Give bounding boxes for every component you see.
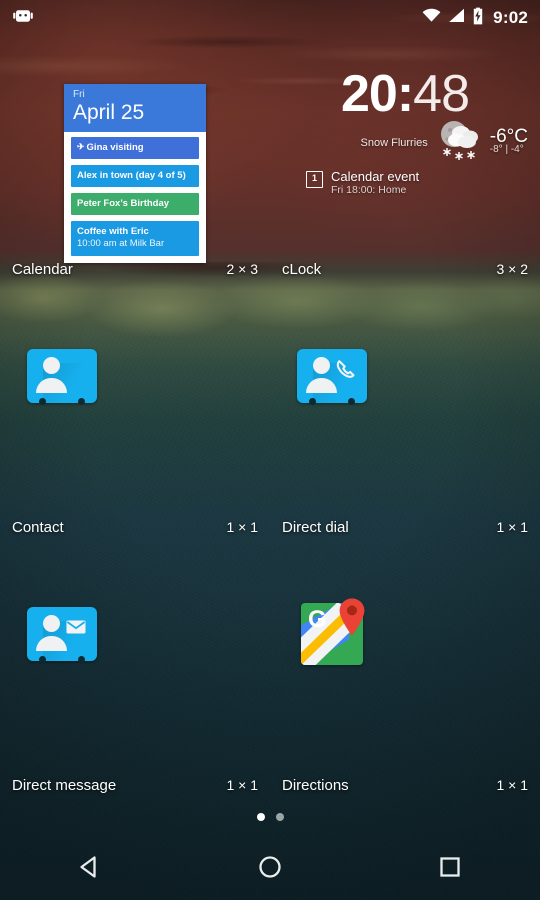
calendar-event-item[interactable]: Peter Fox’s Birthday: [71, 193, 199, 215]
page-dot-inactive[interactable]: [275, 813, 284, 821]
widget-entry-contact[interactable]: Contact 1 × 1: [0, 516, 270, 538]
widget-size: 1 × 1: [496, 519, 528, 535]
contact-card-icon: [27, 349, 97, 405]
home-circle-icon: [257, 854, 283, 885]
calendar-day-of-week: Fri: [73, 89, 85, 100]
widget-size: 1 × 1: [496, 777, 528, 793]
weather-current-temp: -6°C: [489, 125, 528, 147]
calendar-event-item[interactable]: Alex in town (day 4 of 5): [71, 165, 199, 187]
widget-preview-direct-message[interactable]: [27, 607, 97, 663]
google-g-letter: G: [308, 606, 327, 633]
home-button[interactable]: [240, 845, 300, 893]
clock-minutes: 48: [413, 65, 470, 123]
clock-calendar-event[interactable]: 1 Calendar event Fri 18:00: Home: [296, 169, 532, 197]
weather-temps: -6°C -8° | -4°: [489, 125, 528, 156]
widget-preview-direct-dial[interactable]: [297, 349, 367, 405]
widget-size: 3 × 2: [496, 261, 528, 277]
widget-label-row-2: Contact 1 × 1 Direct dial 1 × 1: [0, 516, 540, 538]
contact-mail-icon: [27, 607, 97, 663]
widget-name: Calendar: [12, 260, 73, 278]
calendar-date: April 25: [73, 101, 145, 124]
widget-name: Contact: [12, 518, 64, 536]
widget-entry-direct-dial[interactable]: Direct dial 1 × 1: [270, 516, 540, 538]
phone-handset-icon: [335, 358, 357, 380]
status-bar: 9:02: [0, 0, 540, 36]
android-bugdroid-icon: [12, 5, 34, 32]
calendar-widget-preview[interactable]: Fri April 25 ✈ Gina visiting Alex in town…: [64, 84, 206, 263]
clock-widget-preview[interactable]: 20:48 Snow Flurries -6°C -8° | -4° 1 Cal…: [296, 66, 532, 197]
weather-row: Snow Flurries -6°C -8° | -4°: [296, 118, 532, 167]
widget-entry-direct-message[interactable]: Direct message 1 × 1: [0, 774, 270, 796]
calendar-widget-header: Fri April 25: [64, 84, 206, 132]
envelope-icon: [65, 616, 87, 638]
person-head: [43, 357, 60, 374]
navigation-bar: [0, 838, 540, 900]
status-bar-right: 9:02: [422, 7, 528, 30]
map-pin-icon: [337, 597, 367, 639]
widget-entry-directions[interactable]: Directions 1 × 1: [270, 774, 540, 796]
clock-event-text: Calendar event Fri 18:00: Home: [331, 169, 419, 197]
google-maps-icon: G: [301, 598, 365, 665]
calendar-event-title: Peter Fox’s Birthday: [77, 198, 170, 209]
widget-name: Directions: [282, 776, 349, 794]
clock-colon: :: [396, 65, 414, 123]
calendar-event-subtitle: 10:00 am at Milk Bar: [77, 238, 165, 249]
recents-button[interactable]: [420, 845, 480, 893]
battery-charging-icon: [472, 7, 484, 30]
widget-icon-row-3: G: [0, 598, 540, 670]
widget-entry-clock[interactable]: cLock 3 × 2: [270, 258, 540, 280]
person-head: [313, 357, 330, 374]
calendar-event-list: ✈ Gina visiting Alex in town (day 4 of 5)…: [64, 132, 206, 263]
calendar-event-item[interactable]: Coffee with Eric 10:00 am at Milk Bar: [71, 221, 199, 256]
widget-label-row-3: Direct message 1 × 1 Directions 1 × 1: [0, 774, 540, 796]
calendar-event-item[interactable]: ✈ Gina visiting: [71, 137, 199, 159]
wifi-icon: [422, 8, 441, 28]
widget-icon-row-2: [0, 340, 540, 410]
clock-event-subtitle: Fri 18:00: Home: [331, 184, 407, 196]
clock-event-title: Calendar event: [331, 169, 420, 184]
cellular-signal-icon: [448, 8, 465, 28]
clock-time: 20:48: [296, 66, 532, 124]
widget-name: cLock: [282, 260, 322, 278]
widget-preview-contact[interactable]: [27, 349, 97, 405]
calendar-day-number: 1: [311, 173, 317, 183]
calendar-event-title: Gina visiting: [86, 142, 144, 153]
weather-high-low: -8° | -4°: [489, 143, 524, 155]
status-bar-left: [12, 5, 34, 32]
calendar-day-icon: 1: [306, 171, 323, 188]
contact-phone-icon: [297, 349, 367, 405]
widget-preview-directions[interactable]: G: [301, 598, 365, 665]
person-head: [43, 615, 60, 632]
flight-icon: ✈: [77, 141, 85, 152]
back-triangle-icon: [77, 854, 103, 885]
moon-cloud-snow-icon: [434, 118, 486, 167]
widget-size: 1 × 1: [226, 777, 258, 793]
recents-square-icon: [437, 854, 463, 885]
widget-name: Direct dial: [282, 518, 349, 536]
calendar-event-title: Alex in town (day 4 of 5): [77, 170, 186, 181]
page-dot-active[interactable]: [256, 813, 265, 821]
page-indicator[interactable]: [0, 813, 540, 821]
weather-condition: Snow Flurries: [360, 136, 428, 149]
calendar-event-title: Coffee with Eric: [77, 226, 149, 237]
widget-size: 2 × 3: [226, 261, 258, 277]
widget-size: 1 × 1: [226, 519, 258, 535]
widget-name: Direct message: [12, 776, 117, 794]
status-bar-clock: 9:02: [493, 8, 528, 27]
home-screen-widget-picker: 9:02 Fri April 25 ✈ Gina visiting Alex in…: [0, 0, 540, 900]
clock-hours: 20: [340, 65, 398, 123]
back-button[interactable]: [60, 845, 120, 893]
